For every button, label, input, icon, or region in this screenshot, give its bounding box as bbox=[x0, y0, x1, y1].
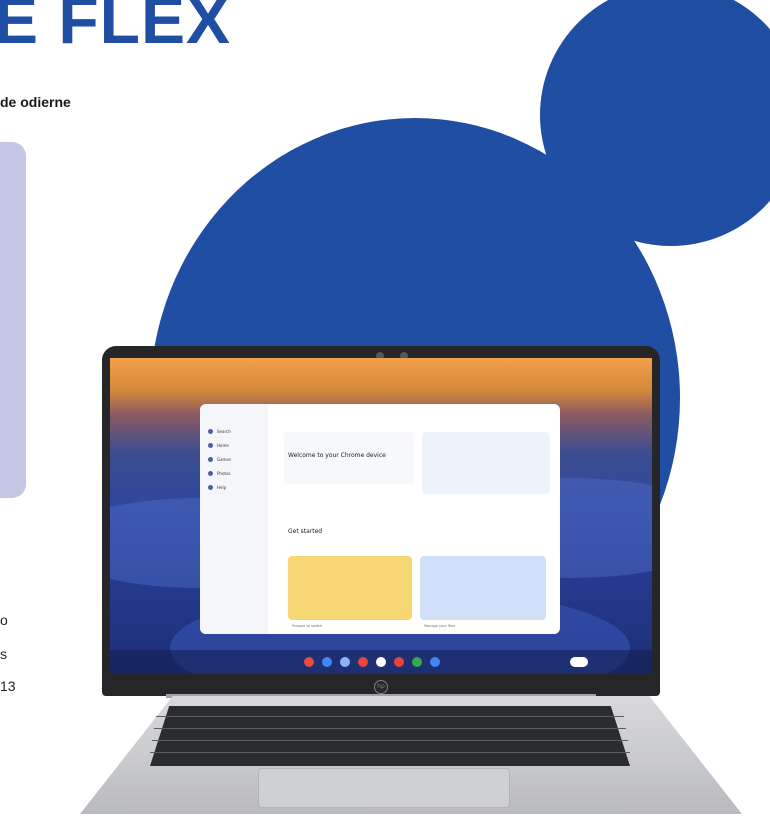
app-icon bbox=[376, 657, 386, 667]
laptop-product-image: Search Home Games Photos Help Welcome to… bbox=[0, 0, 770, 824]
app-icon bbox=[340, 657, 350, 667]
card-label: Prepare to switch bbox=[292, 624, 323, 628]
hp-logo: hp bbox=[374, 680, 388, 694]
app-icon bbox=[322, 657, 332, 667]
app-icon bbox=[304, 657, 314, 667]
trackpad bbox=[258, 768, 510, 808]
app-icon bbox=[358, 657, 368, 667]
chrome-welcome-window: Search Home Games Photos Help Welcome to… bbox=[200, 404, 560, 634]
get-started-title: Get started bbox=[288, 528, 323, 535]
nav-item-photos: Photos bbox=[208, 470, 231, 477]
nav-item-games: Games bbox=[208, 456, 231, 463]
nav-item-help: Help bbox=[208, 484, 226, 491]
card-label: Manage your files bbox=[424, 624, 456, 628]
app-icon bbox=[412, 657, 422, 667]
nav-item-home: Home bbox=[208, 442, 229, 449]
welcome-illustration bbox=[422, 432, 550, 494]
welcome-title: Welcome to your Chrome device bbox=[288, 452, 386, 459]
window-sidebar bbox=[200, 404, 268, 634]
nav-item-search: Search bbox=[208, 428, 231, 435]
keyboard bbox=[150, 706, 630, 766]
app-icon bbox=[430, 657, 440, 667]
prepare-card-illustration bbox=[288, 556, 412, 620]
status-tray-icon bbox=[570, 657, 588, 667]
files-card-illustration bbox=[420, 556, 546, 620]
app-icon bbox=[394, 657, 404, 667]
